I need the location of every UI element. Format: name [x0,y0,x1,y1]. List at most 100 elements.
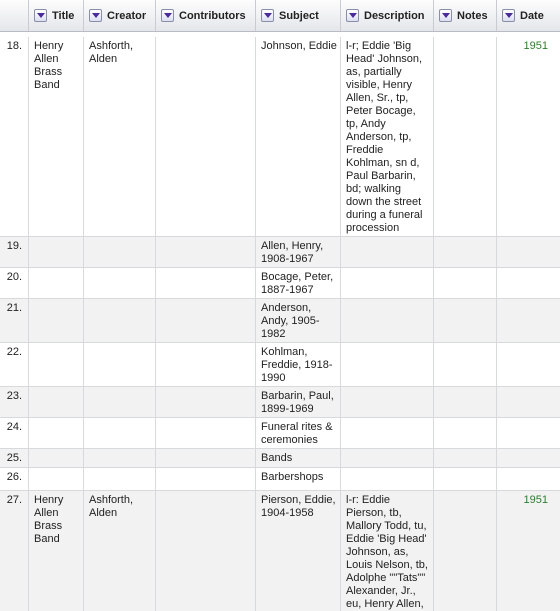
date-cell[interactable] [497,299,560,342]
subject-cell[interactable]: Allen, Henry, 1908-1967 [256,237,341,267]
subject-cell[interactable]: Kohlman, Freddie, 1918-1990 [256,343,341,386]
table-row[interactable]: 25. Bands [0,449,560,468]
contributors-cell[interactable] [156,468,256,490]
contributors-cell[interactable] [156,387,256,417]
contributors-cell[interactable] [156,491,256,611]
table-row[interactable]: 20. Bocage, Peter, 1887-1967 [0,268,560,299]
description-cell[interactable]: l-r; Eddie 'Big Head' Johnson, as, parti… [341,37,434,236]
description-cell[interactable]: l-r: Eddie Pierson, tb, Mallory Todd, tu… [341,491,434,611]
subject-cell[interactable]: Barbershops [256,468,341,490]
description-cell[interactable] [341,387,434,417]
table-row[interactable]: 26. Barbershops [0,468,560,491]
column-header-contributors[interactable]: Contributors [156,0,256,31]
table-row[interactable]: 19. Allen, Henry, 1908-1967 [0,237,560,268]
column-menu-dropdown-icon[interactable] [89,9,102,22]
description-cell[interactable] [341,468,434,490]
creator-cell[interactable]: Ashforth, Alden [84,37,156,236]
column-header-title[interactable]: Title [29,0,84,31]
column-menu-dropdown-icon[interactable] [439,9,452,22]
column-header-subject[interactable]: Subject [256,0,341,31]
description-cell[interactable] [341,418,434,448]
column-header-creator[interactable]: Creator [84,0,156,31]
subject-cell[interactable]: Pierson, Eddie, 1904-1958 [256,491,341,611]
title-cell[interactable] [29,449,84,467]
creator-cell[interactable] [84,468,156,490]
creator-cell[interactable] [84,343,156,386]
column-menu-dropdown-icon[interactable] [161,9,174,22]
description-cell[interactable] [341,449,434,467]
date-cell[interactable] [497,387,560,417]
date-cell[interactable] [497,449,560,467]
subject-cell[interactable]: Johnson, Eddie [256,37,341,236]
contributors-cell[interactable] [156,268,256,298]
subject-cell[interactable]: Bocage, Peter, 1887-1967 [256,268,341,298]
contributors-cell[interactable] [156,37,256,236]
column-header-description[interactable]: Description [341,0,434,31]
creator-cell[interactable]: Ashforth, Alden [84,491,156,611]
title-cell[interactable]: Henry Allen Brass Band [29,37,84,236]
contributors-cell[interactable] [156,418,256,448]
creator-cell[interactable] [84,449,156,467]
contributors-cell[interactable] [156,237,256,267]
subject-cell[interactable]: Anderson, Andy, 1905-1982 [256,299,341,342]
title-cell[interactable] [29,387,84,417]
date-cell[interactable] [497,418,560,448]
creator-cell[interactable] [84,418,156,448]
notes-cell[interactable] [434,418,497,448]
notes-cell[interactable] [434,268,497,298]
description-cell[interactable] [341,268,434,298]
column-menu-dropdown-icon[interactable] [502,9,515,22]
date-cell[interactable] [497,237,560,267]
table-row[interactable]: 21. Anderson, Andy, 1905-1982 [0,299,560,343]
notes-cell[interactable] [434,387,497,417]
row-number: 20. [0,268,29,298]
description-cell[interactable] [341,343,434,386]
title-cell[interactable] [29,268,84,298]
notes-cell[interactable] [434,449,497,467]
title-cell[interactable]: Henry Allen Brass Band [29,491,84,611]
row-number: 19. [0,237,29,267]
notes-cell[interactable] [434,299,497,342]
table-row[interactable]: 18. Henry Allen Brass Band Ashforth, Alden… [0,37,560,237]
notes-cell[interactable] [434,237,497,267]
date-cell[interactable] [497,268,560,298]
notes-cell[interactable] [434,37,497,236]
subject-cell[interactable]: Barbarin, Paul, 1899-1969 [256,387,341,417]
contributors-cell[interactable] [156,299,256,342]
title-cell[interactable] [29,343,84,386]
column-menu-dropdown-icon[interactable] [34,9,47,22]
description-cell[interactable] [341,299,434,342]
date-cell[interactable] [497,343,560,386]
table-row[interactable]: 23. Barbarin, Paul, 1899-1969 [0,387,560,418]
creator-cell[interactable] [84,268,156,298]
notes-cell[interactable] [434,343,497,386]
creator-cell[interactable] [84,299,156,342]
table-row[interactable]: 22. Kohlman, Freddie, 1918-1990 [0,343,560,387]
column-header-date[interactable]: Date [497,0,560,31]
subject-cell[interactable]: Funeral rites & ceremonies [256,418,341,448]
table-row[interactable]: 27. Henry Allen Brass Band Ashforth, Alden… [0,491,560,611]
contributors-cell[interactable] [156,343,256,386]
subject-cell[interactable]: Bands [256,449,341,467]
column-menu-dropdown-icon[interactable] [346,9,359,22]
row-number: 26. [0,468,29,490]
title-cell[interactable] [29,237,84,267]
column-header-label: Description [364,9,425,22]
column-header-label: Notes [457,9,488,22]
description-cell[interactable] [341,237,434,267]
table-row[interactable]: 24. Funeral rites & ceremonies [0,418,560,449]
contributors-cell[interactable] [156,449,256,467]
title-cell[interactable] [29,468,84,490]
column-header-notes[interactable]: Notes [434,0,497,31]
notes-cell[interactable] [434,468,497,490]
title-cell[interactable] [29,418,84,448]
title-cell[interactable] [29,299,84,342]
notes-cell[interactable] [434,491,497,611]
column-menu-dropdown-icon[interactable] [261,9,274,22]
date-cell[interactable]: 1951 [497,37,560,236]
row-number: 23. [0,387,29,417]
date-cell[interactable] [497,468,560,490]
date-cell[interactable]: 1951 [497,491,560,611]
creator-cell[interactable] [84,237,156,267]
creator-cell[interactable] [84,387,156,417]
